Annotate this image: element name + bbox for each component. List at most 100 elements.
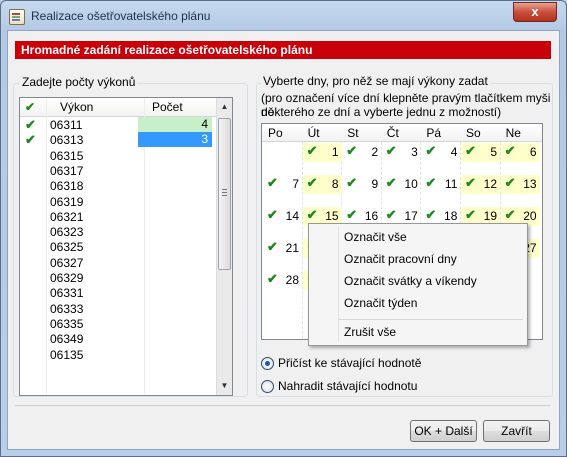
procedure-count[interactable] — [138, 285, 212, 300]
check-icon: ✔ — [465, 207, 476, 222]
check-icon[interactable]: ✔ — [25, 117, 36, 133]
procedure-count[interactable]: 3 — [138, 132, 212, 148]
table-row[interactable]: 06321 — [20, 209, 216, 224]
ok-next-button[interactable]: OK + Další — [410, 420, 477, 442]
days-group-label: Vyberte dny, pro něž se mají výkony zada… — [261, 74, 490, 88]
procedure-code: 06321 — [50, 209, 84, 224]
table-row[interactable]: 06325 — [20, 239, 216, 254]
menu-item-week[interactable]: Označit týden — [344, 296, 417, 310]
day-number: 19 — [483, 209, 497, 223]
menu-item-holidays-weekends[interactable]: Označit svátky a víkendy — [344, 274, 477, 288]
check-icon[interactable]: ✔ — [25, 132, 36, 148]
table-row[interactable]: 06333 — [20, 301, 216, 316]
procedure-count[interactable] — [138, 163, 212, 178]
check-icon: ✔ — [425, 143, 437, 158]
day-header: Út — [307, 126, 320, 140]
day-number: 13 — [523, 177, 537, 191]
menu-item-clear-all[interactable]: Zrušit vše — [344, 325, 396, 339]
calendar-day[interactable]: ✔ 10 — [382, 175, 421, 194]
scroll-up-icon[interactable]: ▲ — [217, 100, 232, 114]
title-bar[interactable]: Realizace ošetřovatelského plánu x — [1, 1, 566, 31]
col-header-count[interactable]: Počet — [152, 100, 183, 114]
calendar-day[interactable]: ✔ 6 — [500, 143, 540, 162]
day-header: So — [466, 126, 481, 140]
calendar-day[interactable]: ✔ 1 — [302, 143, 342, 162]
procedure-count[interactable] — [138, 178, 212, 193]
calendar-day[interactable]: ✔ 28 — [263, 271, 302, 290]
menu-item-select-all[interactable]: Označit vše — [344, 230, 407, 244]
procedure-count[interactable] — [138, 331, 212, 346]
close-button[interactable]: Zavřít — [483, 420, 550, 442]
check-icon: ✔ — [267, 239, 278, 254]
day-header: St — [347, 126, 359, 140]
day-number: 5 — [490, 145, 497, 159]
calendar-day[interactable]: ✔ 14 — [263, 207, 302, 226]
procedure-code: 06331 — [50, 286, 84, 301]
calendar-day[interactable]: ✔ 4 — [421, 143, 460, 162]
table-row[interactable]: ✔ 06313 3 — [20, 132, 216, 148]
day-number: 1 — [331, 145, 339, 159]
check-icon: ✔ — [465, 143, 476, 158]
calendar-day[interactable]: ✔ 2 — [342, 143, 381, 162]
procedure-code: 06311 — [50, 118, 83, 132]
add-radio-label[interactable]: Přičíst ke stávající hodnotě — [278, 356, 421, 370]
calendar-day[interactable]: ✔ 11 — [421, 175, 460, 194]
procedure-count[interactable]: 4 — [138, 117, 212, 132]
scroll-down-icon[interactable]: ▼ — [217, 379, 232, 393]
day-number: 2 — [371, 145, 379, 159]
list-scrollbar[interactable]: ▲ ▼ — [216, 98, 232, 395]
procedure-count[interactable] — [138, 347, 212, 362]
table-row[interactable]: 06331 — [20, 285, 216, 300]
calendar-day[interactable]: ✔ 12 — [461, 175, 500, 194]
counts-group-label: Zadejte počty výkonů — [20, 75, 138, 89]
replace-radio-label[interactable]: Nahradit stávající hodnotu — [278, 379, 417, 393]
add-radio[interactable] — [261, 357, 274, 370]
day-header: Ne — [505, 126, 521, 140]
procedure-count[interactable] — [138, 316, 212, 331]
day-number: 17 — [404, 209, 418, 223]
table-row[interactable]: 06319 — [20, 194, 216, 209]
calendar-day[interactable]: ✔ 8 — [302, 175, 342, 194]
day-number: 4 — [450, 145, 458, 159]
day-number: 11 — [444, 177, 458, 191]
col-header-code[interactable]: Výkon — [60, 100, 93, 114]
procedure-count[interactable] — [138, 270, 212, 285]
table-row[interactable]: 06335 — [20, 316, 216, 331]
procedure-count[interactable] — [138, 301, 212, 316]
procedure-count[interactable] — [138, 255, 212, 270]
calendar-day[interactable]: ✔ 3 — [382, 143, 421, 162]
procedure-code: 06323 — [50, 225, 84, 240]
check-icon: ✔ — [267, 271, 278, 286]
table-row[interactable]: 06317 — [20, 163, 216, 178]
table-row[interactable]: 06349 — [20, 331, 216, 346]
procedure-count[interactable] — [138, 194, 212, 209]
page-banner: Hromadné zadání realizace ošetřovatelské… — [15, 41, 551, 59]
check-icon: ✔ — [385, 175, 397, 190]
replace-radio[interactable] — [261, 380, 274, 393]
window-close-button[interactable]: x — [513, 2, 557, 22]
procedures-list[interactable]: ✔ Výkon Počet ✔ 06311 4 ✔ 06313 3 06315 06317 06… — [19, 97, 233, 396]
day-number: 14 — [285, 209, 299, 223]
table-row[interactable]: 06135 — [20, 347, 216, 362]
table-row[interactable]: 06315 — [20, 148, 216, 163]
calendar-day[interactable]: ✔ 13 — [500, 175, 540, 194]
check-icon: ✔ — [425, 175, 437, 190]
procedure-count[interactable] — [138, 148, 212, 163]
calendar-day[interactable]: ✔ 9 — [342, 175, 381, 194]
calendar-day[interactable]: ✔ 5 — [461, 143, 500, 162]
table-row[interactable]: ✔ 06311 4 — [20, 117, 216, 132]
table-row[interactable]: 06327 — [20, 255, 216, 270]
procedure-count[interactable] — [138, 209, 212, 224]
procedure-count[interactable] — [138, 224, 212, 239]
calendar-day[interactable]: ✔ 7 — [263, 175, 302, 194]
table-row[interactable]: 06318 — [20, 178, 216, 193]
scroll-thumb[interactable] — [218, 118, 231, 270]
day-header: Pá — [426, 126, 442, 140]
menu-item-workdays[interactable]: Označit pracovní dny — [344, 252, 457, 266]
col-header-check[interactable]: ✔ — [25, 100, 35, 114]
table-row[interactable]: 06329 — [20, 270, 216, 285]
procedure-code: 06335 — [50, 316, 84, 331]
procedure-count[interactable] — [138, 239, 212, 254]
calendar-day[interactable]: ✔ 21 — [263, 239, 302, 258]
table-row[interactable]: 06323 — [20, 224, 216, 239]
